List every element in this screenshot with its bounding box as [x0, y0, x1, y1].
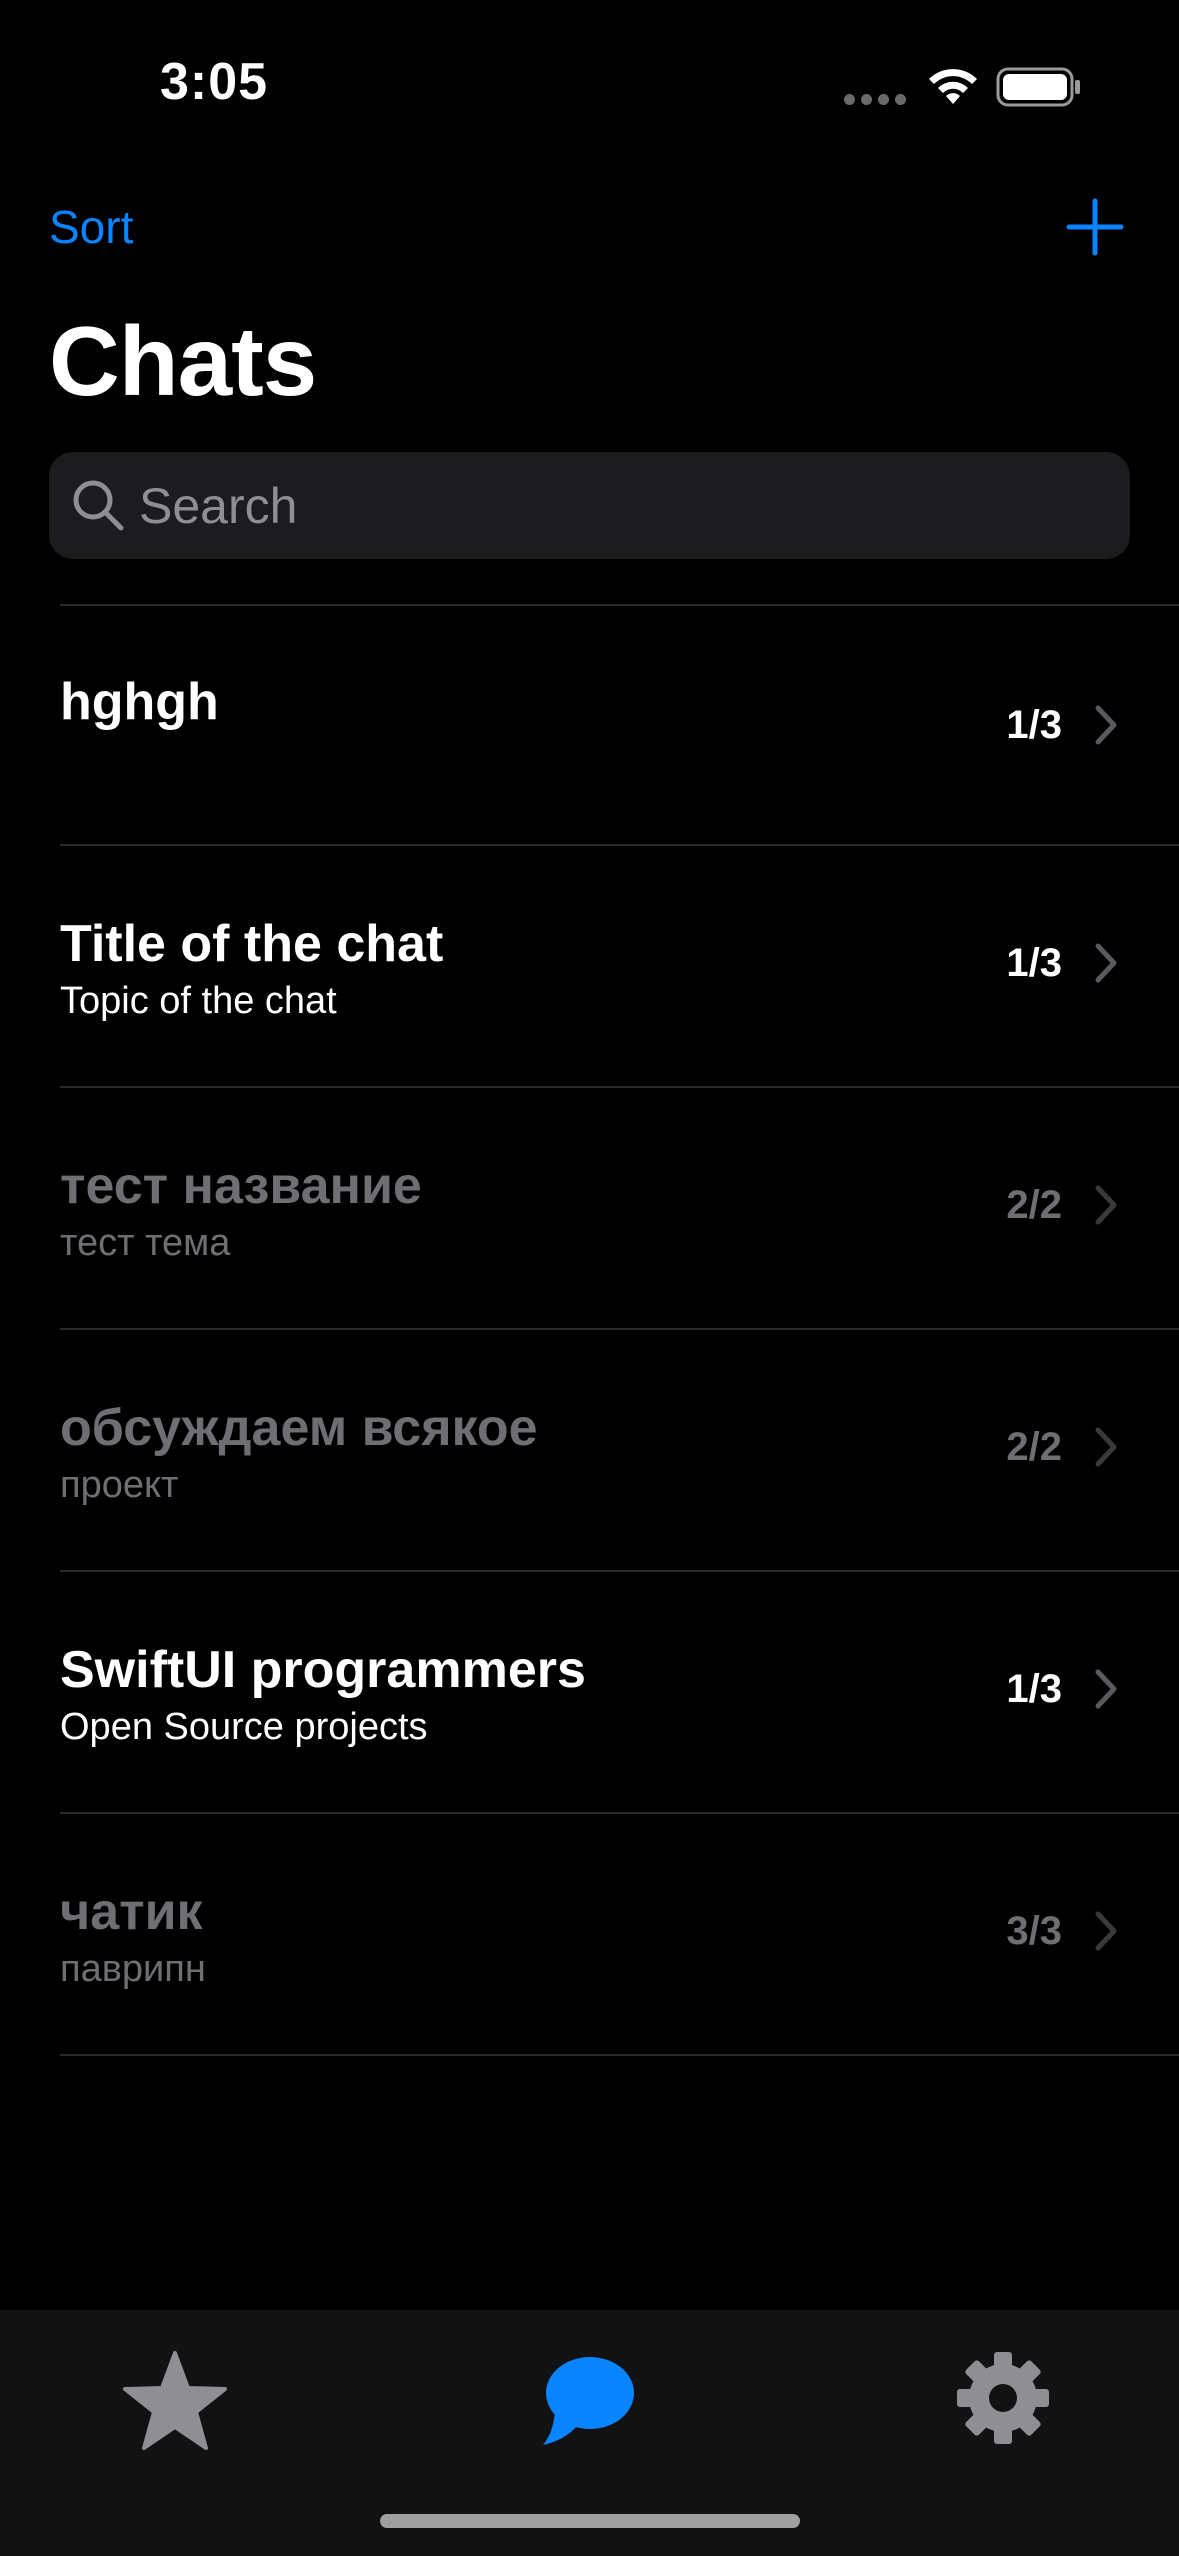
chevron-right-icon	[1095, 705, 1117, 745]
chat-topic: тест тема	[60, 1222, 231, 1264]
chat-bubble-icon	[543, 2357, 634, 2445]
gear-icon	[957, 2352, 1049, 2444]
chat-title: SwiftUI programmers	[60, 1641, 586, 1699]
chat-topic: Topic of the chat	[60, 980, 337, 1022]
star-icon	[123, 2351, 227, 2450]
add-chat-button[interactable]	[1066, 198, 1124, 256]
sort-button[interactable]: Sort	[49, 200, 133, 254]
search-icon	[73, 480, 124, 531]
tab-settings[interactable]	[938, 2338, 1068, 2458]
chat-member-count: 2/2	[1006, 1425, 1062, 1469]
plus-icon	[1066, 198, 1124, 256]
chat-title: hghgh	[60, 673, 219, 731]
wifi-icon	[929, 69, 977, 104]
chat-title: тест название	[60, 1157, 422, 1215]
chevron-right-icon	[1095, 1427, 1117, 1467]
cellular-signal-icon	[844, 94, 906, 108]
tab-chats[interactable]	[525, 2338, 655, 2458]
chat-list: hghgh 1/3 Title of the chat Topic of the…	[0, 604, 1179, 2056]
chat-row[interactable]: тест название тест тема 2/2	[0, 1088, 1179, 1330]
battery-icon	[996, 67, 1080, 107]
chat-row[interactable]: hghgh 1/3	[0, 604, 1179, 846]
status-time: 3:05	[160, 53, 269, 111]
chat-member-count: 3/3	[1006, 1909, 1062, 1953]
chat-title: чатик	[60, 1883, 203, 1941]
chat-title: обсуждаем всякое	[60, 1399, 538, 1457]
row-divider	[60, 2054, 1179, 2056]
chat-member-count: 2/2	[1006, 1183, 1062, 1227]
chat-member-count: 1/3	[1006, 941, 1062, 985]
chat-row[interactable]: чатик паврипн 3/3	[0, 1814, 1179, 2056]
chat-row[interactable]: SwiftUI programmers Open Source projects…	[0, 1572, 1179, 1814]
chat-title: Title of the chat	[60, 915, 444, 973]
page-title: Chats	[49, 306, 317, 416]
chevron-right-icon	[1095, 943, 1117, 983]
search-input[interactable]	[139, 452, 1099, 559]
chat-member-count: 1/3	[1006, 703, 1062, 747]
chat-member-count: 1/3	[1006, 1667, 1062, 1711]
search-field[interactable]	[49, 452, 1130, 559]
chat-row[interactable]: обсуждаем всякое проект 2/2	[0, 1330, 1179, 1572]
chevron-right-icon	[1095, 1669, 1117, 1709]
chat-topic: проект	[60, 1464, 179, 1506]
tab-favorites[interactable]	[110, 2338, 240, 2458]
chat-row[interactable]: Title of the chat Topic of the chat 1/3	[0, 846, 1179, 1088]
home-indicator	[380, 2514, 800, 2528]
chevron-right-icon	[1095, 1185, 1117, 1225]
chats-screen: 3:05 Sort Chats hghgh	[0, 0, 1179, 2556]
status-bar: 3:05	[0, 0, 1179, 170]
chat-topic: паврипн	[60, 1948, 206, 1990]
chat-topic: Open Source projects	[60, 1706, 428, 1748]
chevron-right-icon	[1095, 1911, 1117, 1951]
